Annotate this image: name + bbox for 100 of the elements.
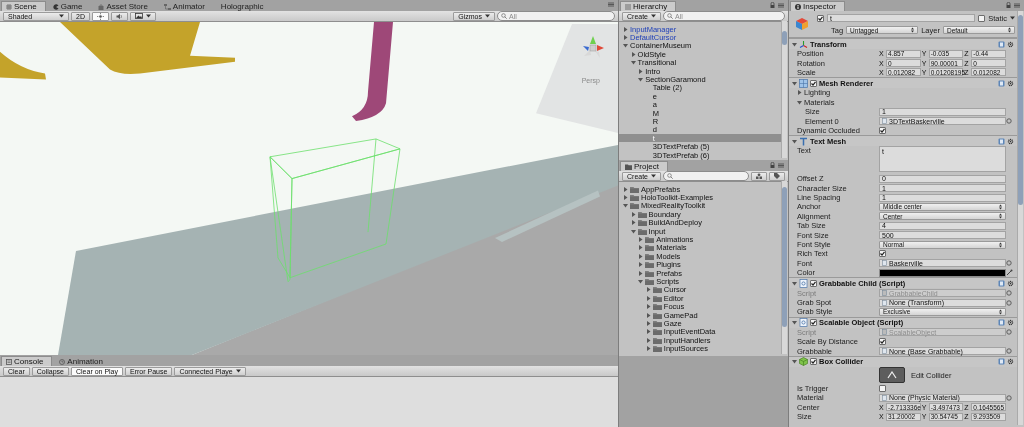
disclosure-arrow-icon[interactable] (630, 51, 636, 57)
checkbox[interactable] (978, 14, 986, 22)
disclosure-arrow-icon[interactable] (638, 262, 644, 268)
grid-icon (6, 3, 12, 10)
disclosure-arrow-icon[interactable] (638, 68, 644, 74)
edit-collider-button[interactable] (879, 367, 905, 384)
script-page-icon (799, 318, 808, 328)
checkbox[interactable] (879, 250, 886, 258)
updown-caret-icon (999, 213, 1002, 220)
axes-icon (799, 39, 808, 49)
object-picker-icon[interactable] (1006, 260, 1012, 267)
disclosure-arrow-icon[interactable] (623, 186, 628, 192)
console-icon (6, 358, 12, 365)
help-book-icon[interactable] (998, 358, 1005, 366)
caret-icon (651, 174, 656, 178)
caret-icon (1010, 16, 1015, 20)
checkbox[interactable] (879, 384, 886, 392)
disclosure-arrow-icon[interactable] (638, 279, 644, 284)
effects-dropdown[interactable] (129, 11, 156, 21)
asset-icon (882, 329, 887, 336)
scrollbar[interactable] (781, 21, 787, 158)
disclosure-arrow-icon[interactable] (638, 237, 644, 243)
disclosure-arrow-icon[interactable] (645, 337, 651, 343)
help-book-icon[interactable] (998, 137, 1005, 145)
info-icon (795, 3, 801, 10)
disclosure-arrow-icon[interactable] (638, 77, 644, 83)
object-picker-icon[interactable] (1006, 394, 1012, 401)
updown-caret-icon (911, 27, 915, 33)
object-picker-icon[interactable] (1006, 118, 1012, 125)
menu-icon[interactable] (778, 2, 784, 8)
checkbox[interactable] (879, 338, 886, 346)
disclosure-arrow-icon[interactable] (630, 228, 636, 234)
scrollbar[interactable] (781, 181, 787, 354)
disclosure-arrow-icon[interactable] (792, 280, 797, 286)
gear-icon[interactable] (1007, 79, 1014, 87)
help-book-icon[interactable] (998, 79, 1005, 87)
lock-icon[interactable] (770, 2, 775, 8)
gear-icon[interactable] (1007, 137, 1014, 145)
disclosure-arrow-icon[interactable] (645, 304, 651, 310)
panel-tab[interactable]: Asset Store (93, 1, 157, 11)
disclosure-arrow-icon[interactable] (645, 295, 651, 301)
disclosure-arrow-icon[interactable] (623, 26, 628, 32)
disclosure-arrow-icon[interactable] (645, 287, 651, 293)
disclosure-arrow-icon[interactable] (623, 35, 628, 41)
eyedropper-icon[interactable] (1006, 269, 1013, 277)
checkbox[interactable] (810, 79, 817, 87)
scrollbar[interactable] (1017, 11, 1023, 425)
panel-tab[interactable]: Animation (54, 356, 112, 366)
checkbox[interactable] (810, 279, 817, 287)
disclosure-arrow-icon[interactable] (645, 346, 651, 352)
caret-icon (59, 14, 64, 18)
gear-icon[interactable] (1007, 40, 1014, 48)
disclosure-arrow-icon[interactable] (792, 41, 797, 47)
disclosure-arrow-icon[interactable] (623, 195, 628, 201)
help-book-icon[interactable] (998, 279, 1005, 287)
disclosure-arrow-icon[interactable] (797, 99, 802, 105)
gear-icon[interactable] (1007, 279, 1014, 287)
audio-toggle[interactable] (110, 11, 128, 21)
checkbox[interactable] (810, 358, 817, 366)
disclosure-arrow-icon[interactable] (792, 359, 797, 365)
search-icon (667, 13, 673, 19)
panel-tab[interactable]: Game (47, 1, 92, 11)
caret-icon (145, 14, 151, 18)
filter-label-button[interactable] (769, 171, 785, 181)
disclosure-arrow-icon[interactable] (645, 312, 651, 318)
color-field[interactable] (879, 268, 1006, 277)
lighting-toggle[interactable] (91, 11, 109, 21)
lock-icon[interactable] (770, 162, 775, 168)
disclosure-arrow-icon[interactable] (623, 43, 628, 49)
gear-icon[interactable] (1007, 358, 1014, 366)
text-t-icon (799, 136, 808, 146)
disclosure-arrow-icon[interactable] (623, 203, 628, 209)
checkbox[interactable] (810, 319, 817, 327)
object-picker-icon[interactable] (1006, 348, 1012, 355)
disclosure-arrow-icon[interactable] (630, 211, 636, 217)
disclosure-arrow-icon[interactable] (638, 253, 644, 259)
disclosure-arrow-icon[interactable] (792, 138, 797, 144)
filter-type-button[interactable] (751, 171, 767, 181)
checkbox[interactable] (817, 14, 824, 22)
search-field[interactable] (663, 171, 749, 181)
disclosure-arrow-icon[interactable] (638, 270, 644, 276)
checkbox[interactable] (879, 126, 886, 134)
disclosure-arrow-icon[interactable] (630, 220, 636, 226)
disclosure-arrow-icon[interactable] (630, 60, 636, 66)
help-book-icon[interactable] (998, 319, 1005, 327)
lock-icon[interactable] (1006, 2, 1011, 8)
disclosure-arrow-icon[interactable] (797, 90, 802, 96)
caret-icon (651, 14, 656, 18)
help-book-icon[interactable] (998, 40, 1005, 48)
panel-tab[interactable]: Holographic (215, 1, 273, 11)
disclosure-arrow-icon[interactable] (792, 320, 797, 326)
panel-tab[interactable]: Animator (158, 1, 214, 11)
gear-icon[interactable] (1007, 319, 1014, 327)
disclosure-arrow-icon[interactable] (792, 80, 797, 86)
menu-icon[interactable] (778, 162, 784, 168)
disclosure-arrow-icon[interactable] (645, 320, 651, 326)
menu-icon[interactable] (1014, 2, 1020, 8)
disclosure-arrow-icon[interactable] (645, 329, 651, 335)
disclosure-arrow-icon[interactable] (638, 245, 644, 251)
object-picker-icon[interactable] (1006, 329, 1012, 336)
